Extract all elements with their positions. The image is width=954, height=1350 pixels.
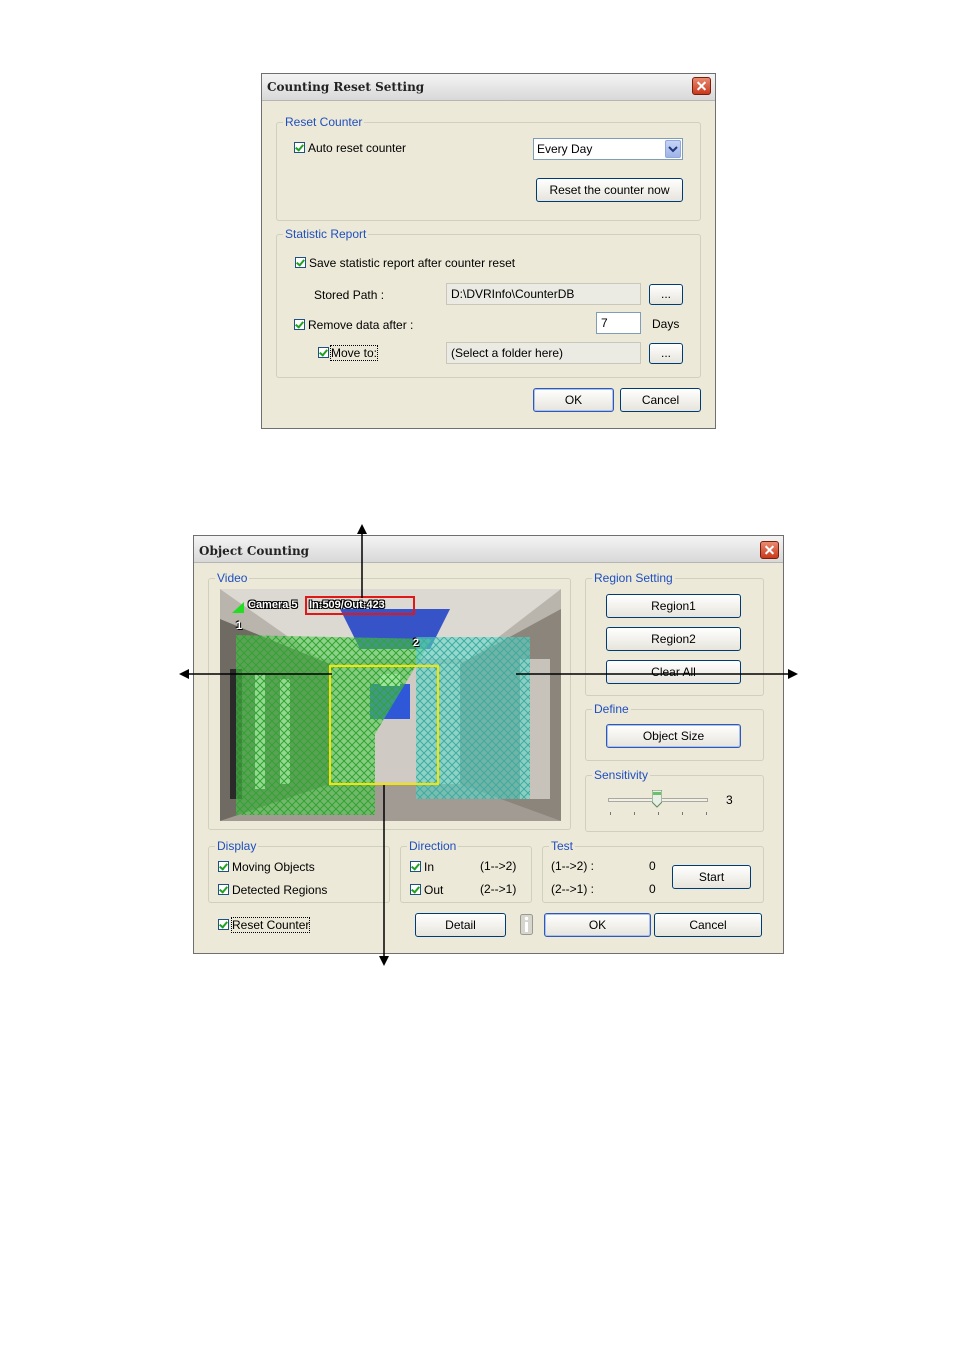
reset-counter-group: Reset Counter: [276, 115, 701, 221]
direction-in-checkbox[interactable]: [410, 861, 421, 872]
info-icon[interactable]: [520, 914, 533, 935]
video-frame[interactable]: Camera 5 In:509/Out:423 1 2: [220, 589, 561, 821]
video-group-label: Video: [215, 571, 250, 585]
arrow-right-head: [788, 669, 798, 679]
region1-button[interactable]: Region1: [606, 594, 741, 618]
remove-data-checkbox[interactable]: [294, 319, 305, 330]
overlay-camera-label: Camera 5: [248, 599, 298, 611]
sensitivity-slider-thumb[interactable]: [651, 789, 663, 808]
cancel-button[interactable]: Cancel: [620, 388, 701, 412]
close-icon[interactable]: [692, 77, 711, 95]
close-icon[interactable]: [760, 541, 779, 559]
arrow-left-head: [179, 669, 189, 679]
moving-objects-label: Moving Objects: [232, 860, 315, 874]
move-to-checkbox[interactable]: [318, 347, 329, 358]
test-dir1-value: 0: [649, 859, 656, 873]
region-setting-group-label: Region Setting: [592, 571, 675, 585]
remove-days-input[interactable]: 7: [596, 312, 641, 334]
sensitivity-group: Sensitivity: [585, 768, 764, 832]
moving-objects-checkbox[interactable]: [218, 861, 229, 872]
auto-reset-label: Auto reset counter: [308, 141, 407, 155]
reset-dialog-titlebar[interactable]: Counting Reset Setting: [262, 74, 715, 101]
reset-counter-group-label: Reset Counter: [283, 115, 365, 129]
test-dir1-label: (1-->2) :: [551, 859, 595, 873]
detection-region-2: [416, 637, 530, 799]
display-group-label: Display: [215, 839, 259, 853]
cancel-button[interactable]: Cancel: [654, 913, 762, 937]
region-2-marker: 2: [413, 637, 420, 649]
move-to-browse-button[interactable]: ...: [649, 343, 683, 364]
test-group-label: Test: [549, 839, 576, 853]
arrow-down-head: [379, 956, 389, 966]
move-to-value: (Select a folder here): [451, 346, 564, 360]
stored-path-field[interactable]: D:\DVRInfo\CounterDB: [446, 283, 641, 305]
clear-all-button[interactable]: Clear All: [606, 660, 741, 684]
counting-dialog-title: Object Counting: [199, 544, 310, 558]
direction-out-label: Out: [424, 883, 444, 897]
direction-out-checkbox[interactable]: [410, 884, 421, 895]
statistic-report-group-label: Statistic Report: [283, 227, 369, 241]
save-report-checkbox[interactable]: [295, 257, 306, 268]
ok-button[interactable]: OK: [533, 388, 614, 412]
start-test-button[interactable]: Start: [672, 865, 751, 889]
move-to-label: Move to:: [329, 345, 379, 361]
remove-days-value: 7: [601, 316, 608, 330]
arrow-up-head: [357, 524, 367, 534]
object-size-button[interactable]: Object Size: [606, 724, 741, 748]
reset-counter-label[interactable]: Reset Counter: [230, 917, 311, 933]
counting-reset-dialog: Counting Reset Setting Reset Counter Aut…: [261, 73, 716, 429]
remove-data-label: Remove data after :: [308, 318, 414, 332]
reset-schedule-value: Every Day: [537, 142, 593, 156]
detected-regions-label: Detected Regions: [232, 883, 328, 897]
direction-out-arrow: (2-->1): [480, 882, 517, 896]
auto-reset-checkbox[interactable]: [294, 142, 305, 153]
object-counting-dialog: Object Counting Video Camera 5 In:509/Ou…: [193, 535, 784, 954]
region2-button[interactable]: Region2: [606, 627, 741, 651]
reset-schedule-select[interactable]: Every Day: [533, 138, 683, 160]
sensitivity-value: 3: [726, 793, 733, 807]
sensitivity-group-label: Sensitivity: [592, 768, 651, 782]
reset-now-button[interactable]: Reset the counter now: [536, 178, 683, 202]
reset-dialog-title: Counting Reset Setting: [267, 80, 425, 94]
direction-in-arrow: (1-->2): [480, 859, 517, 873]
detected-regions-checkbox[interactable]: [218, 884, 229, 895]
days-unit-label: Days: [652, 317, 680, 331]
detail-button[interactable]: Detail: [415, 913, 506, 937]
chevron-down-icon[interactable]: [665, 140, 681, 158]
direction-in-label: In: [424, 860, 435, 874]
move-to-field[interactable]: (Select a folder here): [446, 342, 641, 364]
stored-path-browse-button[interactable]: ...: [649, 284, 683, 305]
overlay-count-label: In:509/Out:423: [309, 599, 385, 611]
test-dir2-value: 0: [649, 882, 656, 896]
sensitivity-ticks: [610, 812, 708, 815]
stored-path-value: D:\DVRInfo\CounterDB: [451, 287, 575, 301]
reset-counter-checkbox[interactable]: [218, 919, 229, 930]
stored-path-label: Stored Path :: [314, 288, 385, 302]
region-1-marker: 1: [236, 620, 243, 632]
define-group-label: Define: [592, 702, 631, 716]
corridor-image: [220, 589, 561, 821]
counting-dialog-titlebar[interactable]: Object Counting: [194, 536, 783, 563]
save-report-label: Save statistic report after counter rese…: [309, 256, 516, 270]
ok-button[interactable]: OK: [544, 913, 651, 937]
direction-group-label: Direction: [407, 839, 459, 853]
test-dir2-label: (2-->1) :: [551, 882, 595, 896]
